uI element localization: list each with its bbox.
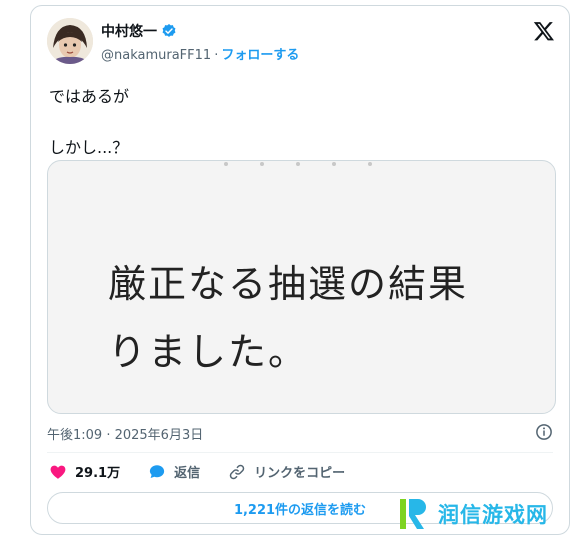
media-caption-line-2: りました。 xyxy=(108,330,309,374)
tweet-text-line-1: ではあるが xyxy=(49,87,130,106)
author-name-row: 中村悠一 xyxy=(101,21,177,41)
media-caption-line-1: 厳正なる抽選の結果 xyxy=(108,262,469,306)
like-button[interactable]: 29.1万 xyxy=(49,462,120,481)
verified-badge-icon xyxy=(161,23,177,39)
copy-link-label: リンクをコピー xyxy=(254,466,346,481)
tweet-timestamp[interactable]: 午後1:09 · 2025年6月3日 xyxy=(47,424,203,443)
reply-bubble-icon xyxy=(149,464,165,478)
copy-link-button[interactable]: リンクをコピー xyxy=(228,462,345,481)
watermark: 润信游戏网 xyxy=(398,494,584,534)
watermark-logo xyxy=(400,499,426,529)
avatar[interactable] xyxy=(47,18,93,64)
tweet-media-image[interactable]: 厳正なる抽選の結果 りました。 xyxy=(47,160,556,414)
media-top-dots xyxy=(224,162,372,166)
follow-button[interactable]: フォローする xyxy=(221,48,299,63)
separator-dot: · xyxy=(214,48,219,63)
x-logo-icon[interactable] xyxy=(533,20,555,42)
divider xyxy=(47,452,553,453)
info-icon[interactable] xyxy=(535,423,553,441)
display-name[interactable]: 中村悠一 xyxy=(101,21,157,41)
tweet-text-line-2: しかし...？ xyxy=(49,138,129,157)
handle-row: @nakamuraFF11 · フォローする xyxy=(101,44,299,63)
action-bar: 29.1万 返信 リンクをコピー xyxy=(49,462,373,481)
watermark-text: 润信游戏网 xyxy=(438,503,548,527)
like-count: 29.1万 xyxy=(75,466,121,481)
handle[interactable]: @nakamuraFF11 xyxy=(101,48,211,63)
link-icon xyxy=(229,464,245,479)
tweet-embed-card: 中村悠一 @nakamuraFF11 · フォローする ではあるが しかし...？ … xyxy=(30,5,570,535)
heart-icon xyxy=(50,465,66,479)
reply-label: 返信 xyxy=(174,466,201,481)
reply-button[interactable]: 返信 xyxy=(148,462,200,481)
